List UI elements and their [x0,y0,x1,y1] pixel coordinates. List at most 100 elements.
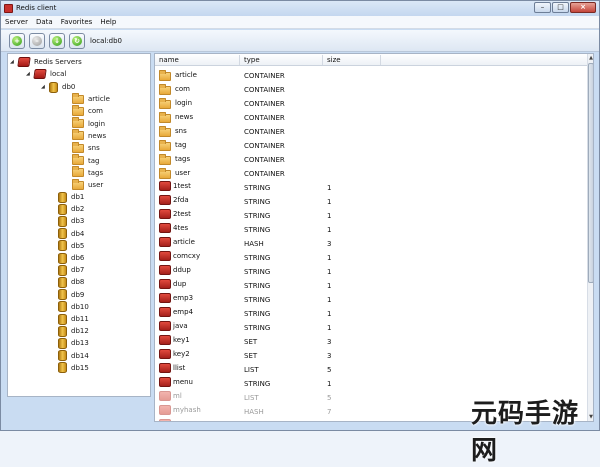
tree-node-sns[interactable]: sns [72,141,100,154]
tree-node-db5[interactable]: db5 [58,240,84,252]
redis-key-icon [159,307,171,317]
table-row[interactable]: news CONTAINER [155,110,587,124]
cell-name: myhash [159,405,201,415]
table-row[interactable]: menu STRING 1 [155,376,587,390]
add-server-button[interactable]: + [9,33,25,49]
key-size: 1 [327,310,332,318]
tree-node-db10[interactable]: db10 [58,301,89,313]
database-icon [58,240,67,252]
column-divider[interactable] [380,55,381,65]
minimize-button[interactable]: – [534,2,551,13]
table-row[interactable]: com CONTAINER [155,82,587,96]
table-row[interactable]: article CONTAINER [155,68,587,82]
remove-button[interactable]: – [29,33,45,49]
table-row[interactable]: 4tes STRING 1 [155,222,587,236]
key-type: CONTAINER [244,170,285,178]
table-row[interactable]: emp4 STRING 1 [155,306,587,320]
table-row[interactable]: emp3 STRING 1 [155,292,587,306]
database-icon [58,350,67,362]
key-name: myset [173,420,195,421]
scroll-thumb[interactable] [588,63,593,283]
tree-node-article[interactable]: article [72,92,110,105]
table-row[interactable]: 2test STRING 1 [155,208,587,222]
app-icon [4,4,13,13]
key-name: java [173,322,188,330]
table-row[interactable]: sns CONTAINER [155,124,587,138]
tree-node-root[interactable]: ◢ Redis Servers [10,56,82,68]
key-type: STRING [244,268,271,276]
maximize-button[interactable]: □ [552,2,569,13]
scroll-up-icon[interactable]: ▲ [588,54,593,62]
menu-server[interactable]: Server [5,18,28,26]
tree-node-tags[interactable]: tags [72,166,103,179]
table-row[interactable]: key1 SET 3 [155,334,587,348]
table-row[interactable]: key2 SET 3 [155,348,587,362]
table-row[interactable]: tags CONTAINER [155,152,587,166]
database-icon [58,203,67,215]
key-type: STRING [244,226,271,234]
tree-node-db4[interactable]: db4 [58,228,84,240]
table-row[interactable]: 2fda STRING 1 [155,194,587,208]
table-row[interactable]: login CONTAINER [155,96,587,110]
table-row[interactable]: user CONTAINER [155,166,587,180]
cell-name: emp4 [159,307,193,317]
table-row[interactable]: article HASH 3 [155,236,587,250]
column-divider[interactable] [322,55,323,65]
column-name[interactable]: name [159,56,179,64]
table-row[interactable]: java STRING 1 [155,320,587,334]
expander-icon[interactable]: ◢ [10,59,16,65]
cell-name: key1 [159,335,190,345]
menu-favorites[interactable]: Favorites [61,18,93,26]
tree-node-db0[interactable]: ◢ db0 [41,81,75,93]
tree-node-com[interactable]: com [72,104,103,117]
tree-node-login[interactable]: login [72,117,106,130]
tree-node-db2[interactable]: db2 [58,203,84,215]
key-name: ml [173,392,182,400]
table-row[interactable]: tag CONTAINER [155,138,587,152]
redis-key-icon [159,181,171,191]
table-row[interactable]: ddup STRING 1 [155,264,587,278]
tree-node-db15[interactable]: db15 [58,362,89,374]
tree-node-label: db10 [71,302,89,311]
tree-node-db7[interactable]: db7 [58,264,84,276]
key-type: LIST [244,394,259,402]
menu-help[interactable]: Help [100,18,116,26]
key-name: dup [173,280,187,288]
tree-node-db6[interactable]: db6 [58,252,84,264]
tree-node-db3[interactable]: db3 [58,215,84,227]
tree-node-db9[interactable]: db9 [58,289,84,301]
table-row[interactable]: comcxy STRING 1 [155,250,587,264]
expander-icon[interactable]: ◢ [41,84,47,90]
key-name: sns [175,127,187,135]
menu-data[interactable]: Data [36,18,53,26]
vertical-scrollbar[interactable]: ▲ ▼ [587,54,593,421]
table-row[interactable]: llist LIST 5 [155,362,587,376]
table-row[interactable]: dup STRING 1 [155,278,587,292]
table-row[interactable]: 1test STRING 1 [155,180,587,194]
tree-node-db12[interactable]: db12 [58,325,89,337]
column-divider[interactable] [239,55,240,65]
database-icon [58,215,67,227]
tree-node-tag[interactable]: tag [72,154,99,167]
tree-node-local[interactable]: ◢ local [26,68,66,80]
tree-node-db13[interactable]: db13 [58,337,89,349]
tree-node-db8[interactable]: db8 [58,276,84,288]
tree-node-label: db11 [71,315,89,323]
expander-icon[interactable]: ◢ [26,71,32,77]
tree-node-news[interactable]: news [72,129,106,142]
tree-node-db1[interactable]: db1 [58,191,84,203]
tree-node-label: com [88,107,103,116]
cell-name: 2fda [159,195,189,205]
refresh-button[interactable]: ↻ [69,33,85,49]
tree-node-db11[interactable]: db11 [58,313,89,325]
tree-node-label: db2 [71,205,85,214]
column-type[interactable]: type [244,56,260,64]
tree-node-label: login [88,119,106,128]
tree-node-db14[interactable]: db14 [58,350,89,362]
download-button[interactable]: ↓ [49,33,65,49]
close-button[interactable]: × [570,2,596,13]
key-name: tag [175,141,187,149]
key-name: menu [173,378,193,386]
column-size[interactable]: size [327,56,341,64]
tree-node-user[interactable]: user [72,178,103,191]
